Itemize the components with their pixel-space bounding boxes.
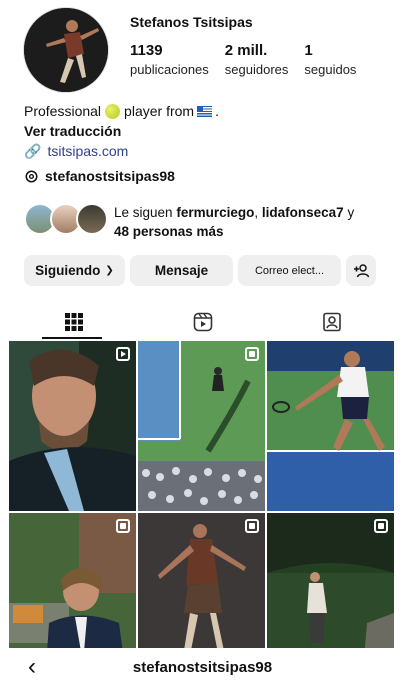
followed-by-separator: ,: [254, 205, 259, 220]
followed-by-text: Le siguen fermurciego, lidafonseca7 y 48…: [114, 203, 354, 241]
tab-grid[interactable]: [9, 305, 138, 339]
tab-reels[interactable]: [138, 305, 267, 339]
link-icon: 🔗: [24, 143, 42, 159]
stat-followers-label: seguidores: [224, 62, 289, 77]
stat-posts-value: 1139: [130, 42, 163, 59]
profile-avatar[interactable]: [24, 8, 108, 92]
multiple-posts-icon: [374, 519, 388, 533]
translate-link[interactable]: Ver traducción: [24, 122, 384, 141]
tab-tagged[interactable]: [267, 305, 396, 339]
post-thumbnail[interactable]: [9, 341, 136, 511]
threads-handle: stefanostsitsipas98: [45, 168, 175, 184]
stat-following-value: 1: [304, 42, 313, 59]
profile-header: Stefanos Tsitsipas 1139 publicaciones 2 …: [24, 8, 384, 92]
stat-followers-value: 2 mill.: [224, 42, 268, 59]
following-label: Siguiendo: [35, 263, 101, 278]
profile-actions: Siguiendo ❯ Mensaje Correo elect...: [24, 255, 376, 286]
followed-by[interactable]: Le siguen fermurciego, lidafonseca7 y 48…: [24, 203, 384, 241]
multiple-posts-icon: [245, 347, 259, 361]
post-grid: [9, 341, 396, 683]
email-button[interactable]: Correo elect...: [238, 255, 341, 286]
post-thumbnail[interactable]: [267, 341, 394, 511]
bio-end: .: [215, 103, 219, 119]
followed-by-more[interactable]: 48 personas más: [114, 224, 224, 239]
stat-followers[interactable]: 2 mill. seguidores: [225, 42, 289, 77]
message-button[interactable]: Mensaje: [130, 255, 233, 286]
reels-icon: [193, 312, 212, 332]
stat-following[interactable]: 1 seguidos: [304, 42, 356, 77]
bio-suffix: player from: [124, 103, 195, 119]
bio-line: Professional player from .: [24, 102, 384, 121]
bottom-navigation-bar: ‹ stefanostsitsipas98: [0, 648, 405, 687]
greek-flag-icon: [197, 106, 213, 117]
stat-posts-label: publicaciones: [130, 62, 209, 77]
bio-prefix: Professional: [24, 103, 102, 119]
website-text: tsitsipas.com: [47, 143, 129, 159]
bottom-bar-username: stefanostsitsipas98: [132, 659, 273, 676]
followed-by-and: y: [343, 205, 355, 220]
back-arrow-icon[interactable]: ‹: [28, 655, 36, 679]
tennis-ball-icon: [105, 104, 121, 119]
followed-by-prefix: Le siguen: [114, 205, 173, 220]
follower-avatar: [76, 203, 108, 235]
profile-stats: 1139 publicaciones 2 mill. seguidores 1 …: [130, 42, 372, 77]
add-person-icon: [354, 263, 369, 277]
follower-avatars: [24, 203, 108, 235]
post-thumbnail[interactable]: [138, 341, 265, 511]
profile-tabs: [9, 305, 396, 339]
following-button[interactable]: Siguiendo ❯: [24, 255, 125, 286]
stat-posts[interactable]: 1139 publicaciones: [130, 42, 209, 77]
reel-icon: [116, 347, 130, 361]
follower-name-1[interactable]: fermurciego: [176, 205, 254, 220]
profile-name: Stefanos Tsitsipas: [130, 14, 253, 30]
stat-following-label: seguidos: [304, 62, 357, 77]
follower-name-2[interactable]: lidafonseca7: [262, 205, 344, 220]
email-label: Correo elect...: [254, 264, 325, 277]
add-person-button[interactable]: [346, 255, 376, 286]
multiple-posts-icon: [116, 519, 130, 533]
website-link[interactable]: 🔗 tsitsipas.com: [24, 142, 384, 161]
threads-icon: [25, 170, 38, 182]
tagged-icon: [322, 312, 341, 332]
message-label: Mensaje: [154, 263, 209, 278]
chevron-down-icon: ❯: [105, 265, 114, 276]
grid-icon: [64, 313, 83, 331]
multiple-posts-icon: [245, 519, 259, 533]
threads-badge[interactable]: stefanostsitsipas98: [24, 168, 175, 184]
profile-bio: Professional player from . Ver traducció…: [24, 102, 384, 161]
